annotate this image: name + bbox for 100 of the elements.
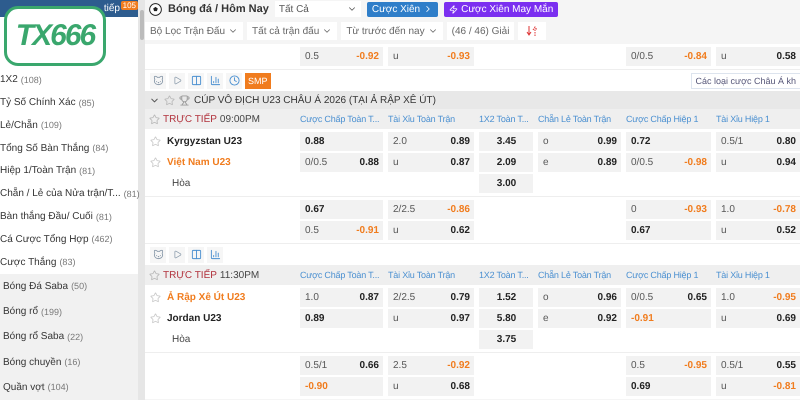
lightning-icon <box>449 4 458 14</box>
sport-item[interactable]: Bóng rổ (199) <box>0 298 138 324</box>
odds-cell[interactable]: 2.09 <box>479 153 533 172</box>
odds-cell[interactable]: 0.72 <box>626 132 711 151</box>
sort-button[interactable] <box>518 22 546 40</box>
odds-cell[interactable]: 0.67 <box>300 200 383 219</box>
odds-cell[interactable]: 2/2.5 0.79 <box>388 288 474 307</box>
odds-cell[interactable]: 1.0 -0.78 <box>716 200 800 219</box>
odds-cell[interactable]: 1.52 <box>479 288 533 307</box>
odds-cell[interactable]: e 0.89 <box>538 153 621 172</box>
header-text: tiếp <box>104 2 120 14</box>
play-icon[interactable] <box>169 246 185 262</box>
column-header: Tài Xỉu Toàn Trận <box>388 270 456 280</box>
scrollbar[interactable] <box>138 0 145 400</box>
count-badge: 105 <box>120 1 138 10</box>
odds-cell[interactable]: 1.0 0.87 <box>300 288 383 307</box>
odds-cell[interactable]: 3.75 <box>479 330 533 349</box>
sport-select[interactable]: Tất Cả <box>274 1 361 17</box>
odds-cell[interactable]: 0.67 <box>626 221 711 240</box>
odds-cell[interactable]: 0.5 -0.91 <box>300 221 383 240</box>
odds-cell[interactable]: 3.45 <box>479 132 533 151</box>
odds-cell[interactable]: u 0.58 <box>716 47 800 66</box>
match-time: 09:00PM <box>220 114 260 124</box>
column-header: Tài Xỉu Hiệp 1 <box>716 114 771 124</box>
team-name: Kyrgyzstan U23 <box>167 136 242 147</box>
odds-cell[interactable]: u 0.62 <box>388 221 474 240</box>
odds-cell[interactable]: 0.69 <box>626 377 711 396</box>
columns-icon[interactable] <box>188 246 204 262</box>
odds-cell[interactable]: 2.5 -0.92 <box>388 356 474 375</box>
sport-item[interactable]: Bóng chuyền (16) <box>0 349 138 375</box>
odds-cell[interactable]: u 0.87 <box>388 153 474 172</box>
odds-cell[interactable]: u 0.97 <box>388 309 474 328</box>
page-title: Bóng đá / Hôm Nay <box>168 3 269 15</box>
filter-dropdown[interactable]: (46 / 46) Giải <box>446 22 514 40</box>
odds-cell[interactable]: o 0.96 <box>538 288 621 307</box>
live-status: TRỰC TIẾP <box>163 114 217 124</box>
star-icon <box>150 157 161 168</box>
cat-icon[interactable] <box>150 72 166 88</box>
column-header: Chẵn Lẻ Toàn Trận <box>538 114 612 124</box>
odds-cell[interactable]: o 0.99 <box>538 132 621 151</box>
odds-cell[interactable]: 1.0 -0.95 <box>716 288 800 307</box>
sport-item[interactable]: Bóng Đá Saba (50) <box>0 274 138 299</box>
odds-cell[interactable]: u 0.69 <box>716 309 800 328</box>
star-icon <box>150 136 161 147</box>
parlay-button[interactable]: Cược Xiên <box>366 2 438 16</box>
bar-chart-icon[interactable] <box>207 72 223 88</box>
bar-chart-icon[interactable] <box>207 246 223 262</box>
odds-cell[interactable]: 0.5/1 0.55 <box>716 356 800 375</box>
draw-label: Hòa <box>171 178 190 189</box>
league-header[interactable]: CÚP VÔ ĐỊCH U23 CHÂU Á 2026 (TẠI Ả RẬP XÊ ÚT) <box>145 91 800 109</box>
odds-cell[interactable]: u 0.68 <box>388 377 474 396</box>
team-name: Jordan U23 <box>167 313 222 324</box>
odds-cell[interactable]: u 0.94 <box>716 153 800 172</box>
draw-label: Hòa <box>171 334 190 345</box>
star-icon <box>149 114 160 124</box>
odds-cell[interactable]: 0/0.5 -0.98 <box>626 153 711 172</box>
match-time: 11:30PM <box>220 270 260 280</box>
odds-cell[interactable]: 2.0 0.89 <box>388 132 474 151</box>
filter-dropdown[interactable]: Tất cả trận đấu <box>247 22 338 40</box>
sort-arrows-icon <box>526 25 538 37</box>
column-header: 1X2 Toàn T... <box>479 114 530 124</box>
odds-cell[interactable]: 2/2.5 -0.86 <box>388 200 474 219</box>
odds-cell[interactable]: u -0.93 <box>388 47 474 66</box>
odds-cell[interactable]: u 0.52 <box>716 221 800 240</box>
play-icon[interactable] <box>169 72 185 88</box>
trophy-icon <box>179 94 190 106</box>
odds-cell[interactable]: e 0.92 <box>538 309 621 328</box>
team-name: Ả Rập Xê Út U23 <box>167 292 246 303</box>
clock-icon[interactable] <box>226 72 242 88</box>
odds-cell[interactable]: 0/0.5 0.88 <box>300 153 383 172</box>
odds-cell[interactable]: 0.5 -0.95 <box>626 356 711 375</box>
league-name: CÚP VÔ ĐỊCH U23 CHÂU Á 2026 (TẠI Ả RẬP XÊ ÚT) <box>194 94 436 106</box>
column-header: Cược Chấp Hiệp 1 <box>626 270 700 280</box>
column-header: Cược Chấp Toàn T... <box>300 270 380 280</box>
odds-cell[interactable]: 3.00 <box>479 174 533 193</box>
market-select[interactable]: Các loại cược Châu Á kh <box>690 72 800 88</box>
cat-icon[interactable] <box>150 246 166 262</box>
live-status: TRỰC TIẾP <box>163 270 217 280</box>
odds-cell[interactable]: 0.5 -0.92 <box>300 47 383 66</box>
column-header: Cược Chấp Hiệp 1 <box>626 114 700 124</box>
column-header: Tài Xỉu Hiệp 1 <box>716 270 771 280</box>
odds-cell[interactable]: 5.80 <box>479 309 533 328</box>
star-icon <box>150 292 161 303</box>
filter-dropdown[interactable]: Từ trước đến nay <box>341 22 443 40</box>
odds-cell[interactable]: 0/0.5 -0.84 <box>626 47 711 66</box>
sport-item[interactable]: Quần vợt (104) <box>0 374 138 400</box>
odds-cell[interactable]: u -0.81 <box>716 377 800 396</box>
sport-item[interactable]: Bóng rổ Saba (22) <box>0 324 138 350</box>
column-header: Tài Xỉu Toàn Trận <box>388 114 456 124</box>
odds-cell[interactable]: 0.5/1 0.80 <box>716 132 800 151</box>
columns-icon[interactable] <box>188 72 204 88</box>
odds-cell[interactable]: 0.89 <box>300 309 383 328</box>
odds-cell[interactable]: 0.5/1 0.66 <box>300 356 383 375</box>
soccer-ball-icon <box>149 2 162 16</box>
odds-cell[interactable]: 0.88 <box>300 132 383 151</box>
lucky-parlay-button[interactable]: Cược Xiên May Mắn <box>444 2 558 16</box>
filter-dropdown[interactable]: Bộ Lọc Trận Đấu <box>145 22 244 40</box>
odds-cell[interactable]: 0/0.5 0.65 <box>626 288 711 307</box>
odds-cell[interactable]: 0 -0.93 <box>626 200 711 219</box>
column-header: 1X2 Toàn T... <box>479 270 530 280</box>
